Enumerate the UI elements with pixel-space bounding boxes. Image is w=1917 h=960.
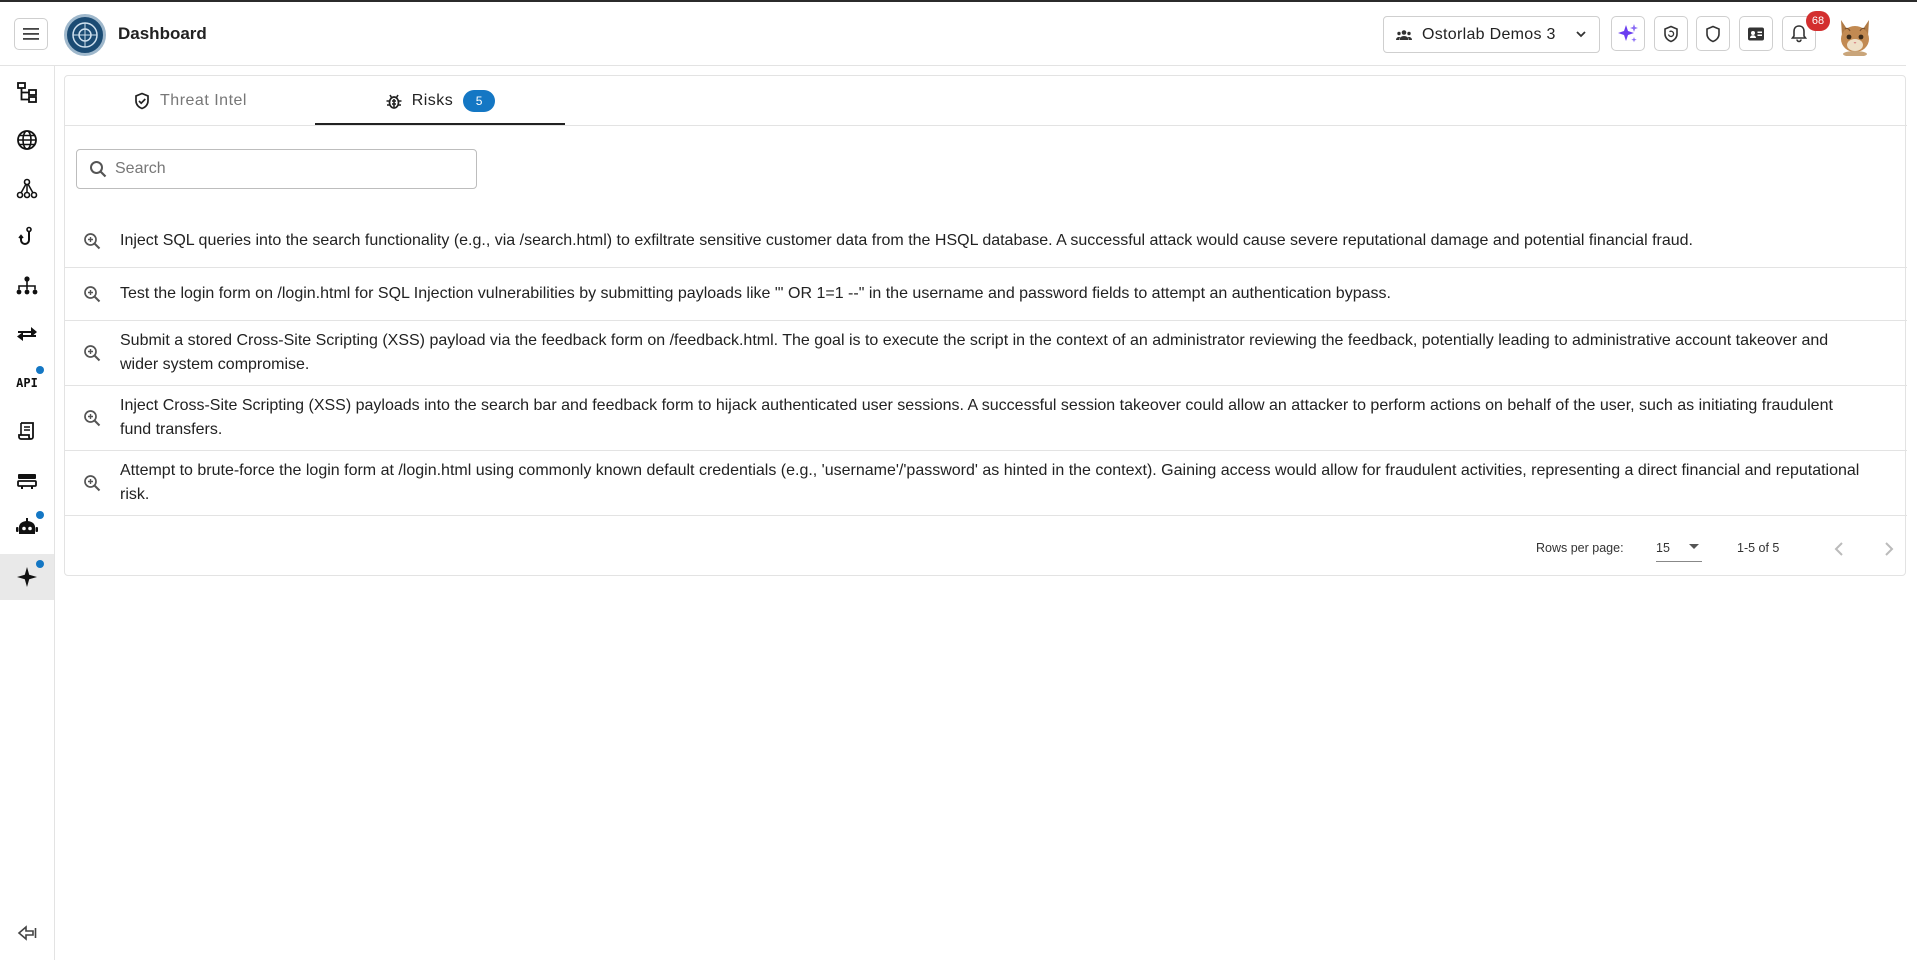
risk-description: Inject Cross-Site Scripting (XSS) payloa… (120, 397, 1833, 438)
pagination-range: 1-5 of 5 (1737, 541, 1780, 555)
organization-selector[interactable]: Ostorlab Demos 3 (1383, 16, 1600, 53)
shield-button[interactable] (1696, 16, 1730, 51)
org-tree-icon (16, 276, 38, 295)
cat-avatar-icon (1841, 20, 1869, 57)
sidebar: API (0, 66, 55, 960)
notifications-count-badge: 68 (1806, 11, 1830, 31)
zoom-in-icon[interactable] (81, 342, 103, 364)
list-item[interactable]: Inject Cross-Site Scripting (XSS) payloa… (65, 386, 1907, 451)
sidebar-item-reports[interactable] (0, 408, 54, 454)
tab-threat-intel[interactable]: Threat Intel (65, 76, 315, 126)
shield-sync-icon (1664, 25, 1678, 42)
risks-count-badge: 5 (463, 90, 496, 112)
chevron-right-icon (1885, 542, 1894, 556)
list-item[interactable]: Submit a stored Cross-Site Scripting (XS… (65, 321, 1907, 386)
sidebar-item-api[interactable]: API (0, 360, 54, 406)
rows-per-page-value: 15 (1656, 540, 1670, 555)
shield-check-icon (133, 92, 151, 110)
network-icon (16, 178, 38, 199)
collapse-arrow-icon (17, 925, 37, 941)
tab-label: Threat Intel (160, 92, 247, 109)
bell-icon (1790, 25, 1808, 43)
active-tab-indicator (315, 123, 565, 125)
id-card-icon (1748, 27, 1764, 40)
sparkle-icon (1618, 23, 1638, 42)
app-logo[interactable] (64, 14, 106, 56)
hook-icon (18, 226, 32, 245)
organization-label: Ostorlab Demos 3 (1422, 25, 1556, 43)
bug-icon (385, 92, 403, 110)
risk-description: Submit a stored Cross-Site Scripting (XS… (120, 332, 1829, 373)
robot-icon (16, 518, 38, 534)
dropdown-arrow-icon (1689, 544, 1699, 549)
search-icon (90, 161, 107, 178)
sidebar-item-assets[interactable] (0, 69, 54, 115)
sidebar-item-organization[interactable] (0, 263, 54, 309)
swap-arrows-icon (17, 327, 37, 341)
hamburger-icon (23, 28, 39, 40)
toolbox-icon (17, 474, 37, 489)
chevron-down-icon (1576, 31, 1586, 38)
ai-sparkle-button[interactable] (1611, 16, 1645, 51)
zoom-in-icon[interactable] (81, 472, 103, 494)
avatar[interactable] (1836, 14, 1874, 57)
rows-per-page-label: Rows per page: (1536, 541, 1624, 555)
sidebar-collapse-button[interactable] (0, 910, 54, 956)
scroll-icon (18, 422, 34, 440)
chevron-left-icon (1834, 542, 1843, 556)
zoom-in-icon[interactable] (81, 230, 103, 252)
sidebar-item-hooks[interactable] (0, 214, 54, 260)
zoom-in-icon[interactable] (81, 407, 103, 429)
previous-page-button[interactable] (1827, 537, 1851, 561)
sidebar-item-network[interactable] (0, 166, 54, 212)
tab-bar: Threat Intel Risks 5 (65, 76, 1907, 126)
sidebar-item-ai-pentest[interactable] (0, 554, 54, 600)
risk-description: Attempt to brute-force the login form at… (120, 462, 1860, 503)
sidebar-item-tools[interactable] (0, 457, 54, 503)
sidebar-item-web[interactable] (0, 117, 54, 163)
risk-description: Inject SQL queries into the search funct… (120, 232, 1693, 249)
sidebar-item-transfers[interactable] (0, 311, 54, 357)
globe-icon (17, 130, 37, 150)
page-title: Dashboard (118, 24, 207, 43)
sparkle-icon (17, 567, 37, 587)
top-header: Dashboard Ostorlab Demos 3 68 (0, 2, 1906, 66)
risks-card: Threat Intel Risks 5 Inject SQL queries … (64, 75, 1907, 576)
tab-label: Risks (411, 92, 454, 109)
notification-dot (36, 511, 44, 519)
shield-sync-button[interactable] (1654, 16, 1688, 51)
risk-description: Test the login form on /login.html for S… (120, 285, 1391, 302)
next-page-button[interactable] (1877, 537, 1901, 561)
tab-risks[interactable]: Risks 5 (315, 76, 565, 126)
list-item[interactable]: Inject SQL queries into the search funct… (65, 215, 1907, 268)
search-input[interactable] (115, 160, 445, 178)
api-icon: API (16, 376, 38, 390)
group-icon (1396, 29, 1412, 40)
risks-list: Inject SQL queries into the search funct… (65, 215, 1907, 516)
notification-dot (36, 560, 44, 568)
search-box[interactable] (76, 149, 477, 189)
zoom-in-icon[interactable] (81, 283, 103, 305)
id-card-button[interactable] (1739, 16, 1773, 51)
shield-icon (1706, 25, 1720, 42)
list-item[interactable]: Attempt to brute-force the login form at… (65, 451, 1907, 516)
pagination: Rows per page: 15 1-5 of 5 (65, 518, 1907, 576)
hierarchy-icon (17, 82, 37, 103)
notification-dot (36, 366, 44, 374)
menu-button[interactable] (14, 18, 48, 50)
rows-per-page-select[interactable]: 15 (1656, 534, 1702, 562)
list-item[interactable]: Test the login form on /login.html for S… (65, 268, 1907, 321)
sidebar-item-agents[interactable] (0, 505, 54, 551)
